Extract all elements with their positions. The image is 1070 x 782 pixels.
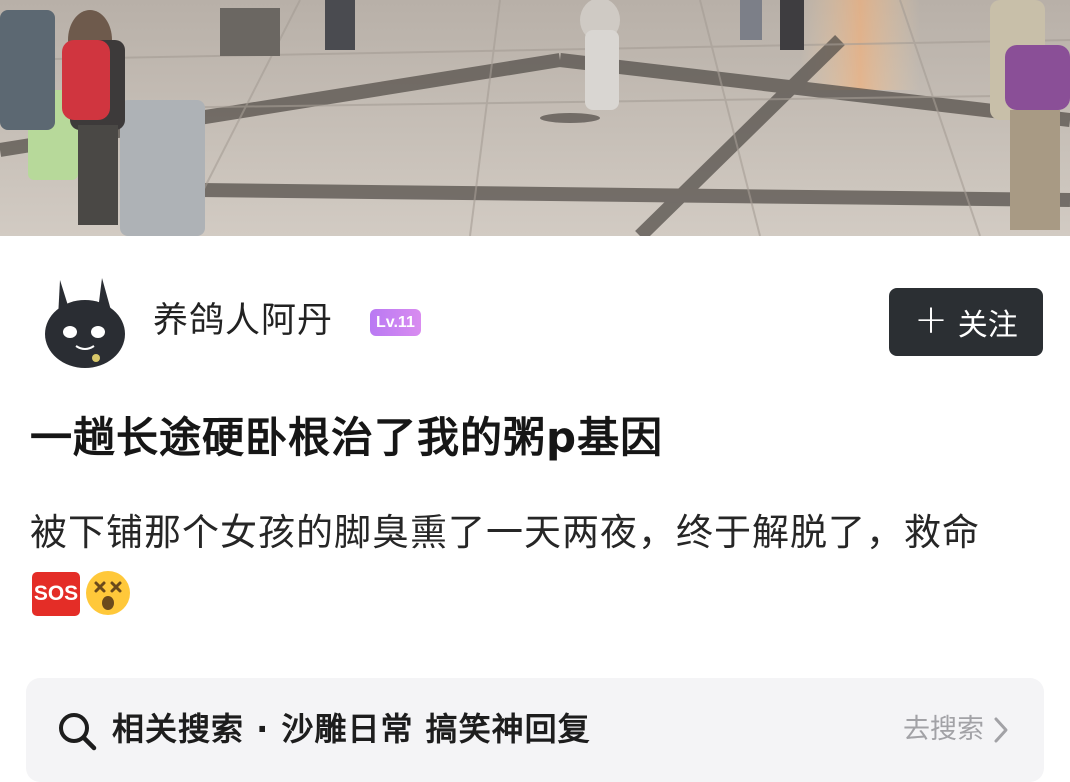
search-icon: [59, 713, 97, 751]
go-search-label: 去搜索: [903, 714, 984, 745]
author-name[interactable]: 养鸽人阿丹: [153, 299, 333, 343]
related-search-label: 相关搜索 · 沙雕日常 搞笑神回复: [112, 710, 591, 748]
post-cover-photo[interactable]: [0, 0, 1070, 236]
author-row: 养鸽人阿丹 Lv.11 + 关注: [0, 272, 1070, 372]
plus-icon: +: [914, 297, 948, 343]
avatar[interactable]: [40, 274, 130, 370]
dizzy-face-emoji: [84, 569, 132, 617]
post-title: 一趟长途硬卧根治了我的粥p基因: [30, 413, 664, 462]
bunny-avatar-icon: [45, 278, 125, 368]
level-badge: Lv.11: [370, 309, 421, 336]
related-search-bar[interactable]: 相关搜索 · 沙雕日常 搞笑神回复 去搜索: [26, 678, 1044, 782]
follow-label: 关注: [957, 308, 1018, 343]
go-search-link[interactable]: 去搜索: [903, 712, 1010, 748]
chevron-right-icon: [994, 717, 1008, 743]
post-body-text: 被下铺那个女孩的脚臭熏了一天两夜，终于解脱了，救命: [30, 511, 980, 554]
sos-emoji: SOS: [32, 571, 80, 616]
post-body: 被下铺那个女孩的脚臭熏了一天两夜，终于解脱了，救命 SOS: [30, 502, 1010, 626]
follow-button[interactable]: + 关注: [889, 288, 1043, 356]
station-floor-scene: [0, 0, 1070, 236]
